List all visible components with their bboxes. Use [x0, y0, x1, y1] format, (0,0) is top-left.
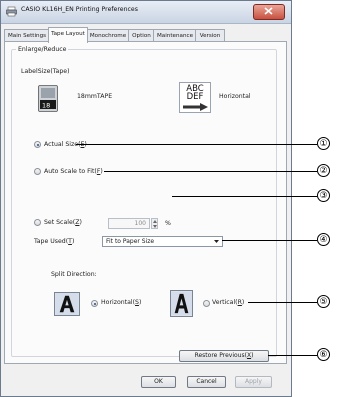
horizontal-orientation-icon: ABC DEF: [179, 82, 211, 113]
printer-icon: [6, 6, 17, 17]
arrow-right-icon: [183, 103, 208, 111]
split-horizontal-icon: [54, 292, 80, 316]
tape-used-value: Fit to Paper Size: [106, 238, 155, 245]
callout-3: ③: [317, 189, 330, 202]
close-icon: [264, 7, 273, 15]
scale-spinner[interactable]: [151, 218, 158, 229]
cancel-button[interactable]: Cancel: [187, 376, 226, 388]
actual-size-radio[interactable]: [34, 141, 41, 148]
set-scale-label[interactable]: Set Scale(Z): [44, 219, 82, 226]
spinner-down-icon[interactable]: [153, 225, 157, 228]
tape-cartridge-icon: 18: [38, 85, 58, 112]
tape-used-select[interactable]: Fit to Paper Size: [102, 236, 223, 247]
callout-2: ②: [317, 164, 330, 177]
scale-input[interactable]: 100: [108, 218, 150, 229]
tape-width-text: 18: [42, 102, 50, 110]
close-button[interactable]: [253, 4, 285, 20]
callout-1: ①: [317, 137, 330, 150]
horizontal-radio[interactable]: [91, 300, 98, 307]
callout-5: ⑤: [317, 295, 330, 308]
callout-line-1: [76, 144, 317, 145]
auto-scale-radio[interactable]: [34, 168, 41, 175]
tape-name: 18mmTAPE: [77, 93, 113, 100]
vertical-label[interactable]: Vertical(R): [212, 299, 244, 306]
callout-line-5: [248, 302, 317, 303]
callout-line-2: [104, 171, 317, 172]
split-vertical-icon: [170, 290, 193, 317]
set-scale-radio[interactable]: [34, 219, 41, 226]
spinner-up-icon[interactable]: [153, 220, 157, 223]
printing-preferences-dialog: CASIO KL16H_EN Printing Preferences Main…: [0, 0, 292, 397]
tape-used-label: Tape Used(T): [34, 238, 75, 245]
group-label: Enlarge/Reduce: [16, 46, 69, 53]
callout-line-6: [268, 355, 317, 356]
title-bar: CASIO KL16H_EN Printing Preferences: [1, 1, 291, 24]
split-direction-label: Split Direction:: [51, 271, 97, 278]
scale-unit: %: [165, 220, 171, 227]
label-size-label: LabelSize(Tape): [21, 68, 70, 75]
chevron-down-icon: [214, 240, 219, 243]
restore-previous-button[interactable]: Restore Previous(X): [179, 350, 269, 362]
horizontal-label[interactable]: Horizontal(S): [101, 299, 141, 306]
ok-button[interactable]: OK: [141, 376, 176, 388]
window-title: CASIO KL16H_EN Printing Preferences: [21, 6, 138, 13]
callout-line-4: [222, 240, 317, 241]
auto-scale-label[interactable]: Auto Scale to Fit(F): [44, 168, 103, 175]
tab-tape-layout[interactable]: Tape Layout: [48, 27, 88, 43]
callout-line-3: [172, 196, 317, 197]
callout-4: ④: [317, 233, 330, 246]
apply-button[interactable]: Apply: [235, 376, 272, 388]
vertical-radio[interactable]: [203, 300, 210, 307]
orientation-icon-line-2: DEF: [186, 92, 204, 102]
orientation-label: Horizontal: [219, 93, 251, 100]
callout-6: ⑥: [317, 348, 330, 361]
